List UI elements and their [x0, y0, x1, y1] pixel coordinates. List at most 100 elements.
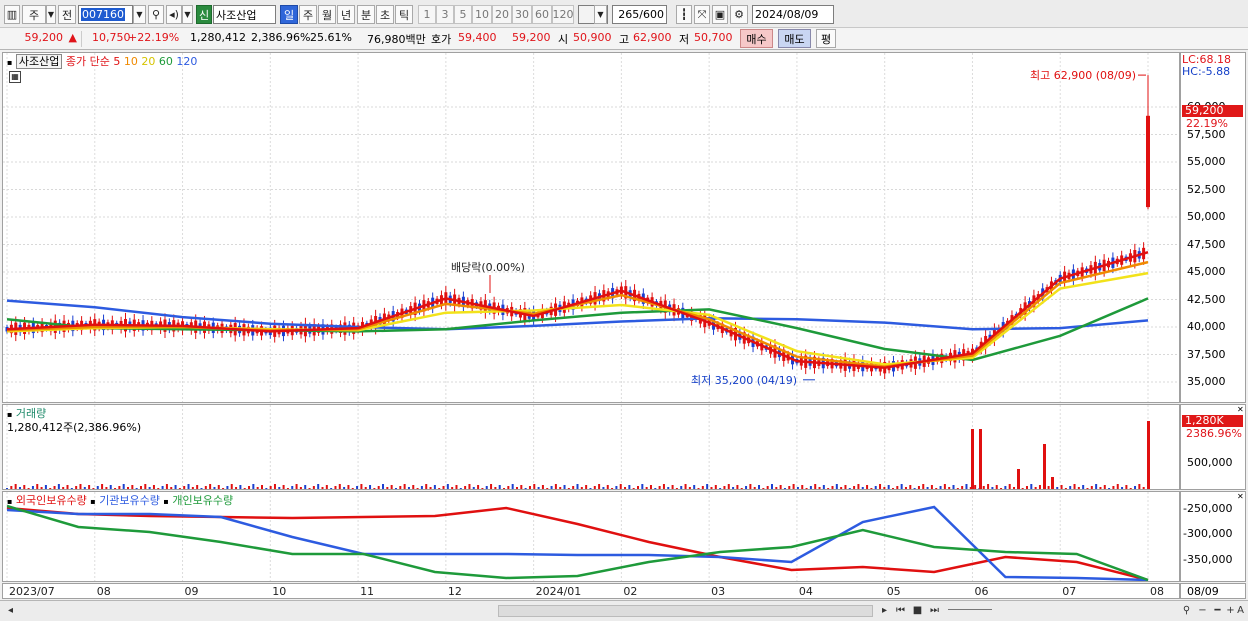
interval-dropdown-icon[interactable]: ▼ [594, 5, 607, 24]
interval-10[interactable]: 10 [472, 5, 492, 24]
interval-1[interactable]: 1 [418, 5, 436, 24]
candle-type-icon[interactable]: ┇ [676, 5, 692, 24]
legend-marker-icon: ▪ [90, 497, 95, 506]
speaker-icon[interactable]: ◂) [166, 5, 182, 24]
scroll-left-icon[interactable]: ◂ [4, 604, 17, 617]
volume-bar [270, 486, 272, 489]
stock-name-chip[interactable]: 사조산업 [16, 54, 62, 69]
period-year[interactable]: 년 [337, 5, 355, 24]
volume-bar [10, 486, 12, 489]
buy-button[interactable]: 매수 [740, 29, 773, 48]
volume-bar [693, 485, 695, 489]
x-axis-label: 05 [887, 585, 901, 598]
volume-bar [745, 486, 747, 489]
volume-bar [101, 484, 103, 489]
period-day[interactable]: 일 [280, 5, 298, 24]
stock-code-input[interactable]: 007160 [78, 5, 133, 24]
volume-bar [309, 488, 311, 489]
volume-bar [602, 487, 604, 489]
type-dropdown-icon[interactable]: ▼ [46, 5, 56, 24]
chart-menu-icon[interactable]: ▥ [4, 5, 20, 24]
volume-bar [814, 484, 816, 489]
holdings-close-icon[interactable]: ✕ [1237, 492, 1244, 501]
scroll-right-icon[interactable]: ▸ [878, 604, 891, 617]
speaker-dropdown-icon[interactable]: ▼ [182, 5, 193, 24]
volume-bar [689, 487, 691, 489]
all-button[interactable]: 전 [58, 5, 76, 24]
zoom-track[interactable] [948, 609, 992, 613]
period-week[interactable]: 주 [299, 5, 317, 24]
volume-bar [710, 487, 712, 489]
volume-bar [257, 487, 259, 489]
count-field[interactable]: 265/600 [612, 5, 667, 24]
volume-bar [922, 484, 924, 489]
crosshair-icon[interactable]: ⤧ [694, 5, 710, 24]
save-icon[interactable]: ▣ [712, 5, 728, 24]
period-tick-label: 틱 [399, 7, 409, 23]
interval-60-label: 60 [535, 8, 549, 21]
volume-bar [1030, 484, 1032, 489]
volume-bar [654, 488, 656, 489]
price-legend: ▪ 사조산업 종가 단순 5 10 20 60 120 [7, 53, 197, 69]
gear-icon[interactable]: ⚙ [730, 5, 748, 24]
period-month[interactable]: 월 [318, 5, 336, 24]
ask-bid-label: 호가 [431, 31, 451, 47]
interval-3-label: 3 [442, 8, 449, 21]
search-icon[interactable]: ⚲ [148, 5, 164, 24]
volume-bar [382, 484, 384, 489]
stop-icon[interactable]: ■ [911, 604, 924, 617]
volume-bar [175, 485, 177, 489]
first-page-icon[interactable]: ⏮ [894, 604, 907, 617]
interval-20[interactable]: 20 [492, 5, 512, 24]
calculator-icon[interactable]: ▦ [9, 71, 21, 83]
minus-icon[interactable]: − [1196, 604, 1209, 617]
interval-3[interactable]: 3 [436, 5, 454, 24]
volume-bar [844, 485, 846, 489]
zoom-icon[interactable]: ⚲ [1180, 604, 1193, 617]
volume-bar [659, 486, 661, 489]
volume-bar [88, 485, 90, 489]
holdings-panel[interactable]: ▪ 외국인보유수량 ▪ 기관보유수량 ▪ 개인보유수량 [2, 491, 1180, 582]
volume-panel[interactable]: ▪ 거래량 1,280,412주(2,386.96%) [2, 404, 1180, 490]
last-page-icon[interactable]: ⏭ [928, 604, 941, 617]
volume-bar [347, 485, 349, 489]
font-size-icon[interactable]: A [1234, 604, 1247, 617]
interval-120[interactable]: 120 [552, 5, 574, 24]
volume-bar [1004, 486, 1006, 489]
period-minute[interactable]: 분 [357, 5, 375, 24]
date-field[interactable]: 2024/08/09 [752, 5, 834, 24]
open-price: 50,900 [573, 31, 612, 44]
interval-30[interactable]: 30 [512, 5, 532, 24]
volume-bar [944, 484, 946, 489]
stock-name-field[interactable]: 사조산업 [213, 5, 276, 24]
volume-bar [806, 488, 808, 489]
scroll-bar[interactable]: ◂ ▸ ⏮ ■ ⏭ ⚲ − ━ + A [0, 600, 1248, 621]
volume-bar [788, 486, 790, 489]
volume-close-icon[interactable]: ✕ [1237, 405, 1244, 414]
volume-bar [983, 486, 985, 489]
volume-bar [218, 485, 220, 489]
ma5-label: 5 [113, 55, 120, 68]
volume-bar [499, 485, 501, 489]
volume-bar [715, 485, 717, 489]
volume-bar [417, 488, 419, 489]
volume-bar [300, 487, 302, 489]
volume-bar [460, 488, 462, 489]
price-chart[interactable]: 최고 62,900 (08/09)최저 35,200 (04/19)배당락(0.… [3, 53, 1179, 402]
interval-60[interactable]: 60 [532, 5, 552, 24]
period-tick[interactable]: 틱 [395, 5, 413, 24]
sell-button[interactable]: 매도 [778, 29, 811, 48]
eval-button[interactable]: 평 [816, 29, 836, 48]
price-panel[interactable]: 최고 62,900 (08/09)최저 35,200 (04/19)배당락(0.… [2, 52, 1180, 403]
zoom-slider-icon[interactable]: ━ [1211, 604, 1224, 617]
type-select[interactable]: 주 [22, 5, 46, 24]
interval-5[interactable]: 5 [454, 5, 472, 24]
period-second[interactable]: 초 [376, 5, 394, 24]
volume-bar [641, 484, 643, 489]
volume-bar [1104, 485, 1106, 489]
volume-bar [663, 484, 665, 489]
scroll-thumb[interactable] [498, 605, 873, 617]
code-dropdown-icon[interactable]: ▼ [133, 5, 146, 24]
volume-chart[interactable] [3, 405, 1179, 489]
volume-bar [672, 485, 674, 489]
